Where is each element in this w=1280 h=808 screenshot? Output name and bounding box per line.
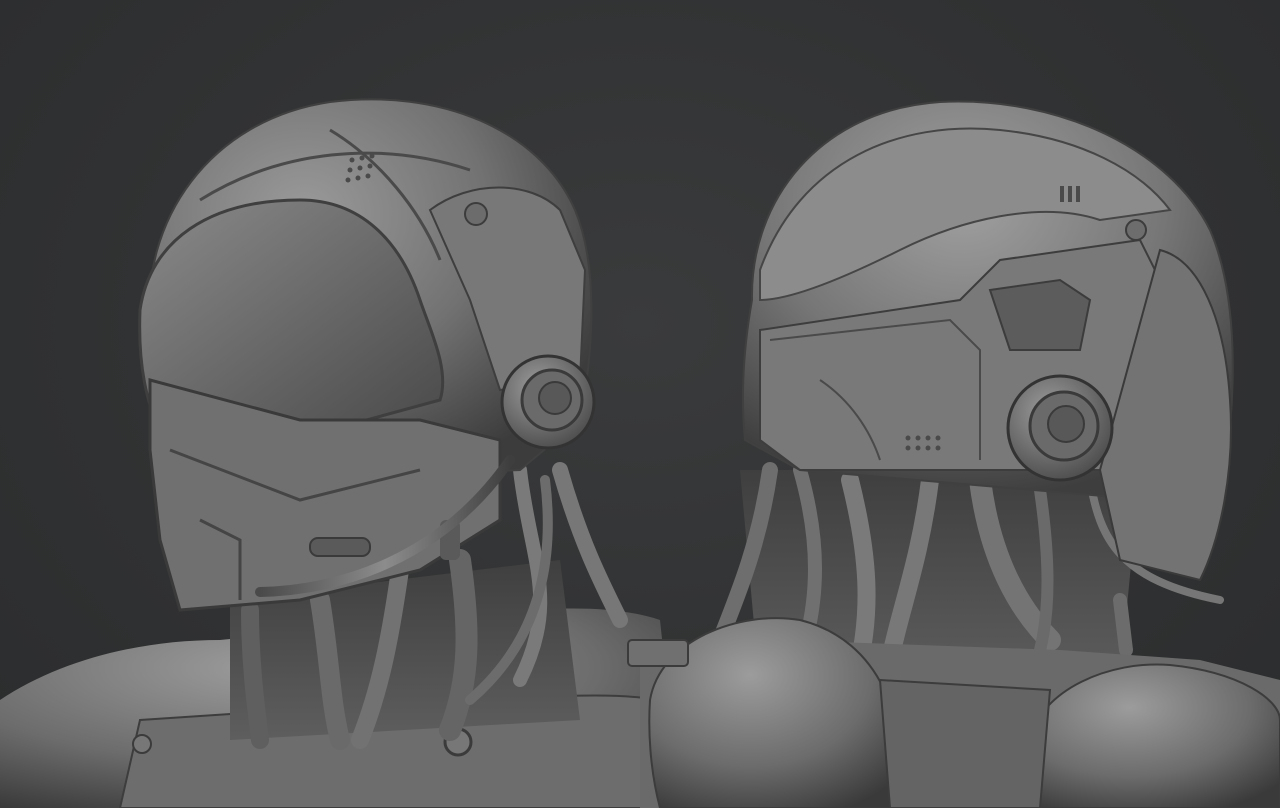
render-viewport: [0, 0, 1280, 808]
sculpt-render: [0, 98, 1280, 808]
right-ear-module: [1006, 374, 1114, 482]
left-robot: [0, 98, 680, 808]
right-robot: [627, 100, 1280, 808]
left-ear-module: [500, 354, 596, 450]
